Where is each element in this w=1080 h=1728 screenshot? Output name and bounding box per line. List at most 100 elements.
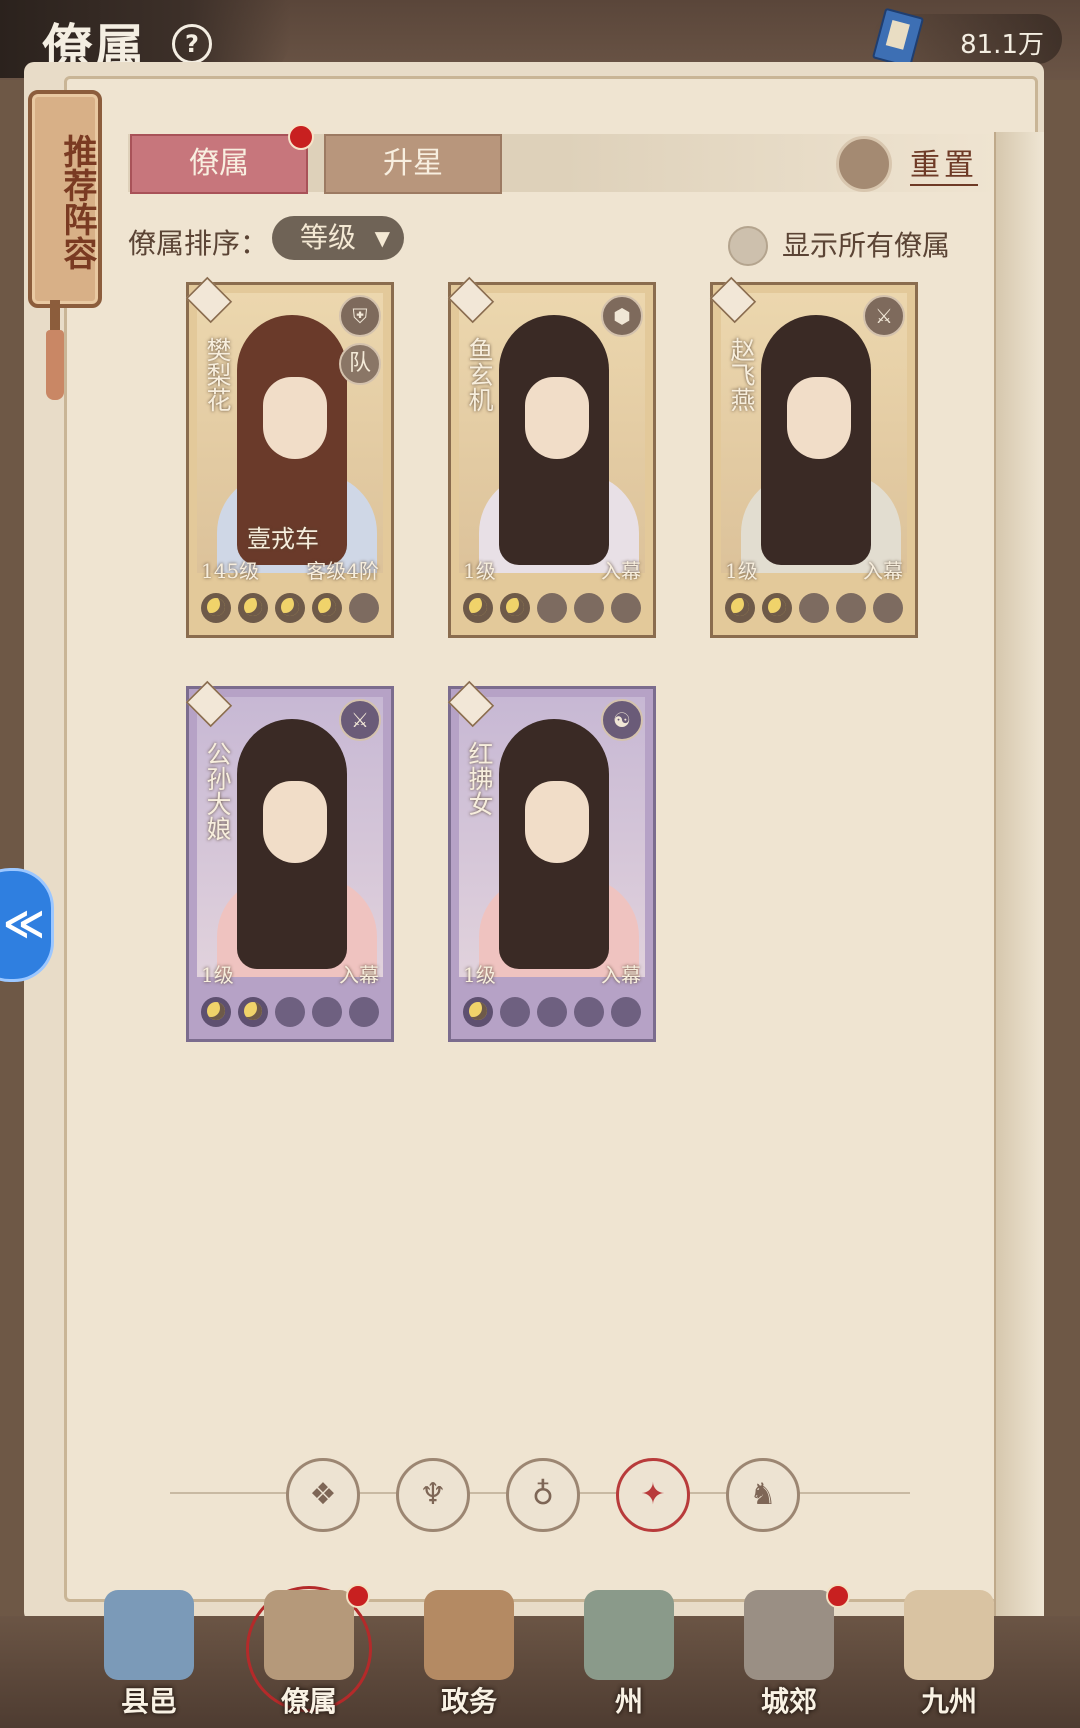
nav-label: 九州 xyxy=(920,1685,977,1718)
reset-button[interactable]: 重置 xyxy=(910,140,978,186)
star-rating xyxy=(461,591,649,627)
filter-diamond-grid-icon[interactable]: ❖ xyxy=(286,1458,360,1532)
star-rating xyxy=(199,591,387,627)
tab-subordinates[interactable]: 僚属 xyxy=(130,134,308,194)
moon-star-empty-icon xyxy=(349,997,379,1027)
moon-star-lit-icon xyxy=(201,593,231,623)
portrait-face xyxy=(263,377,327,459)
character-status: 入幕 xyxy=(863,559,903,583)
moon-star-lit-icon xyxy=(238,593,268,623)
character-status: 入幕 xyxy=(339,963,379,987)
character-status: 入幕 xyxy=(601,559,641,583)
nav-icon xyxy=(264,1590,354,1680)
character-status: 客级4阶 xyxy=(306,559,379,583)
nav-item[interactable]: 九州 xyxy=(886,1590,1012,1726)
portrait-face xyxy=(525,781,589,863)
sort-value: 等级 xyxy=(300,221,357,254)
moon-star-lit-icon xyxy=(500,593,530,623)
character-name: 樊梨花 xyxy=(203,337,232,412)
nav-item[interactable]: 政务 xyxy=(406,1590,532,1726)
chevron-left-icon: ≪ xyxy=(3,901,45,947)
moon-star-empty-icon xyxy=(611,593,641,623)
notification-dot xyxy=(826,1584,850,1608)
portrait-face xyxy=(263,781,327,863)
nav-label: 城郊 xyxy=(760,1685,817,1718)
moon-star-empty-icon xyxy=(574,593,604,623)
nav-icon xyxy=(424,1590,514,1680)
character-card[interactable]: ☯ 红拂女 1级 入幕 xyxy=(447,680,656,1042)
sort-label: 僚属排序： xyxy=(128,227,269,260)
tab-star-up[interactable]: 升星 xyxy=(324,134,502,194)
moon-star-empty-icon xyxy=(574,997,604,1027)
character-level: 1级 xyxy=(463,963,496,987)
character-name: 赵飞燕 xyxy=(727,337,756,412)
moon-star-empty-icon xyxy=(275,997,305,1027)
nav-item[interactable]: 城郊 xyxy=(726,1584,852,1726)
sort-dropdown[interactable]: 等级 ▼ xyxy=(272,216,404,260)
filter-beast-icon[interactable]: ♞ xyxy=(726,1458,800,1532)
nav-icon xyxy=(904,1590,994,1680)
notification-dot xyxy=(346,1584,370,1608)
book-icon xyxy=(871,7,925,69)
star-rating xyxy=(723,591,911,627)
moon-star-lit-icon xyxy=(762,593,792,623)
moon-star-lit-icon xyxy=(463,997,493,1027)
moon-star-lit-icon xyxy=(463,593,493,623)
character-name: 红拂女 xyxy=(465,741,494,816)
character-level: 145级 xyxy=(201,559,260,583)
nav-label: 州 xyxy=(614,1685,643,1718)
nav-item[interactable]: 县邑 xyxy=(86,1590,212,1726)
character-card[interactable]: ⚔ 公孙大娘 1级 入幕 xyxy=(185,680,394,1042)
nav-item[interactable]: 僚属 xyxy=(246,1584,372,1726)
moon-star-lit-icon xyxy=(312,593,342,623)
bottom-nav: 县邑 僚属 政务 州 城郊 九州 xyxy=(0,1584,1080,1728)
shield-icon: ⛨ xyxy=(339,295,381,337)
crossed-swords-icon: ⚔ xyxy=(863,295,905,337)
portrait-face xyxy=(787,377,851,459)
nav-icon xyxy=(104,1590,194,1680)
floating-assistant-button[interactable]: ≪ xyxy=(0,868,54,982)
nav-item[interactable]: 州 xyxy=(566,1590,692,1726)
recommend-lineup-button[interactable]: 推荐阵容 xyxy=(28,90,102,308)
moon-star-lit-icon xyxy=(238,997,268,1027)
page-curl xyxy=(994,132,1044,1652)
filter-fan-icon[interactable]: ✦ xyxy=(616,1458,690,1532)
moon-star-empty-icon xyxy=(349,593,379,623)
character-status: 入幕 xyxy=(601,963,641,987)
character-name: 鱼玄机 xyxy=(465,337,494,412)
recommend-lineup-label: 推荐阵容 xyxy=(57,134,97,270)
character-title: 壹戎车 xyxy=(247,525,319,553)
character-card[interactable]: ⛨ 队 樊梨花 壹戎车 145级 客级4阶 xyxy=(185,276,394,638)
character-name: 公孙大娘 xyxy=(203,741,232,841)
nav-icon xyxy=(584,1590,674,1680)
moon-star-empty-icon xyxy=(537,997,567,1027)
moon-star-empty-icon xyxy=(873,593,903,623)
tassel xyxy=(46,330,64,400)
currency-value: 81.1万 xyxy=(960,30,1044,60)
character-level: 1级 xyxy=(201,963,234,987)
moon-star-empty-icon xyxy=(312,997,342,1027)
question-icon[interactable]: ? xyxy=(172,24,212,64)
tab-bar: 僚属 升星 重置 xyxy=(128,124,998,194)
character-card[interactable]: ⚔ 赵飞燕 1级 入幕 xyxy=(709,276,918,638)
star-rating xyxy=(199,995,387,1031)
character-level: 1级 xyxy=(463,559,496,583)
moon-star-empty-icon xyxy=(836,593,866,623)
moon-star-lit-icon xyxy=(725,593,755,623)
nav-icon xyxy=(744,1590,834,1680)
moon-star-lit-icon xyxy=(275,593,305,623)
nav-label: 僚属 xyxy=(280,1685,337,1718)
star-rating xyxy=(461,995,649,1031)
nav-label: 政务 xyxy=(440,1685,497,1718)
moon-star-empty-icon xyxy=(500,997,530,1027)
nav-label: 县邑 xyxy=(120,1685,177,1718)
show-all-label: 显示所有僚属 xyxy=(782,229,951,262)
currency-display[interactable]: 81.1万 xyxy=(871,7,1062,69)
team-badge: 队 xyxy=(339,343,381,385)
filter-bell-icon[interactable]: ♆ xyxy=(396,1458,470,1532)
character-card[interactable]: ⬢ 鱼玄机 1级 入幕 xyxy=(447,276,656,638)
turtle-shell-icon: ⬢ xyxy=(601,295,643,337)
reset-icon[interactable] xyxy=(836,136,892,192)
show-all-toggle[interactable] xyxy=(728,226,768,266)
filter-gourd-icon[interactable]: ♁ xyxy=(506,1458,580,1532)
